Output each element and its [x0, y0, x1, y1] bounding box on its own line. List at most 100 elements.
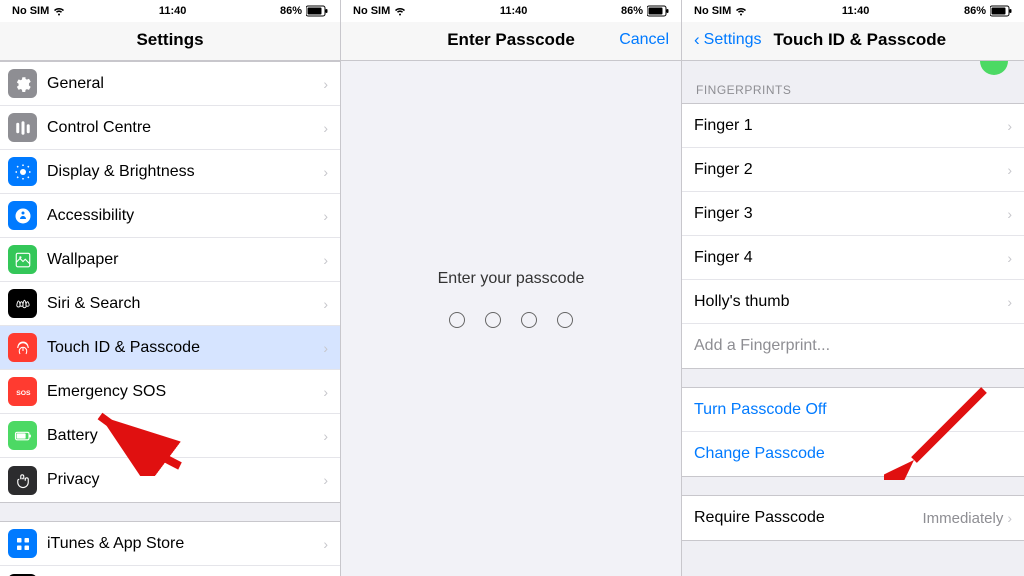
change-passcode-item[interactable]: Change Passcode — [682, 432, 1024, 476]
settings-item-touch-id[interactable]: Touch ID & Passcode › — [0, 326, 340, 370]
siri-wave-icon — [14, 295, 32, 313]
carrier-label: No SIM — [12, 5, 49, 17]
settings-item-emergency[interactable]: SOS Emergency SOS › — [0, 370, 340, 414]
display-chevron: › — [323, 164, 328, 180]
wallpaper-chevron: › — [323, 252, 328, 268]
battery-icon-wrapper — [8, 421, 37, 450]
passcode-status-bar: No SIM 11:40 86% — [341, 0, 681, 22]
brightness-icon — [14, 163, 32, 181]
cancel-button[interactable]: Cancel — [619, 31, 669, 49]
hand-icon — [14, 471, 32, 489]
require-passcode-item[interactable]: Require Passcode Immediately › — [682, 496, 1024, 540]
finger-3-item[interactable]: Finger 3 › — [682, 192, 1024, 236]
settings-item-battery[interactable]: Battery › — [0, 414, 340, 458]
p3-carrier: No SIM — [694, 5, 731, 17]
touch-id-panel: No SIM 11:40 86% ‹ Settings Touch ID & P… — [682, 0, 1024, 576]
privacy-chevron: › — [323, 472, 328, 488]
display-label: Display & Brightness — [47, 163, 323, 181]
green-circle-area — [682, 61, 1024, 69]
spacer — [0, 503, 340, 521]
p2-wifi-icon — [394, 6, 406, 16]
require-passcode-chevron: › — [1007, 510, 1012, 526]
battery-label: 86% — [280, 5, 302, 17]
finger-4-item[interactable]: Finger 4 › — [682, 236, 1024, 280]
battery-icon — [306, 5, 328, 17]
touch-id-label: Touch ID & Passcode — [47, 339, 323, 357]
control-centre-label: Control Centre — [47, 119, 323, 137]
touch-id-title: Touch ID & Passcode — [773, 30, 946, 50]
p3-battery: 86% — [964, 5, 1012, 17]
p3-battery-icon — [990, 5, 1012, 17]
siri-chevron: › — [323, 296, 328, 312]
itunes-icon-wrapper — [8, 529, 37, 558]
enter-passcode-panel: No SIM 11:40 86% Enter Passcode Cancel E… — [341, 0, 682, 576]
spacer-1 — [682, 369, 1024, 387]
fingerprints-group: Finger 1 › Finger 2 › Finger 3 › Finger … — [682, 103, 1024, 369]
itunes-label: iTunes & App Store — [47, 535, 323, 553]
fingerprints-header: FINGERPRINTS — [682, 69, 1024, 103]
sos-icon: SOS — [14, 383, 32, 401]
privacy-label: Privacy — [47, 471, 323, 489]
holly-thumb-chevron: › — [1007, 294, 1012, 310]
status-carrier: No SIM — [12, 5, 65, 17]
status-bar: No SIM 11:40 86% — [0, 0, 340, 22]
passcode-prompt: Enter your passcode — [438, 270, 585, 288]
touch-status-bar: No SIM 11:40 86% — [682, 0, 1024, 22]
passcode-dots — [449, 312, 573, 328]
finger-1-chevron: › — [1007, 118, 1012, 134]
person-circle-icon — [14, 207, 32, 225]
holly-thumb-item[interactable]: Holly's thumb › — [682, 280, 1024, 324]
back-label[interactable]: Settings — [704, 31, 762, 49]
holly-thumb-label: Holly's thumb — [694, 293, 1007, 311]
wifi-icon — [53, 6, 65, 16]
finger-2-chevron: › — [1007, 162, 1012, 178]
passcode-dot-4 — [557, 312, 573, 328]
finger-2-item[interactable]: Finger 2 › — [682, 148, 1024, 192]
settings-item-accessibility[interactable]: Accessibility › — [0, 194, 340, 238]
settings-item-general[interactable]: General › — [0, 62, 340, 106]
settings-title: Settings — [136, 30, 203, 49]
p2-battery-icon — [647, 5, 669, 17]
settings-item-siri[interactable]: Siri & Search › — [0, 282, 340, 326]
spacer-2 — [682, 477, 1024, 495]
turn-passcode-off-label: Turn Passcode Off — [694, 401, 1012, 419]
emergency-chevron: › — [323, 384, 328, 400]
itunes-chevron: › — [323, 536, 328, 552]
touch-id-header: ‹ Settings Touch ID & Passcode — [682, 22, 1024, 61]
p2-time: 11:40 — [500, 5, 528, 17]
turn-passcode-off-item[interactable]: Turn Passcode Off — [682, 388, 1024, 432]
add-fingerprint-label: Add a Fingerprint... — [694, 337, 1012, 355]
passcode-actions-group: Turn Passcode Off Change Passcode — [682, 387, 1024, 477]
add-fingerprint-item[interactable]: Add a Fingerprint... — [682, 324, 1024, 368]
settings-item-itunes[interactable]: iTunes & App Store › — [0, 522, 340, 566]
settings-group-main: General › Control Centre › Display & Bri… — [0, 61, 340, 503]
siri-icon — [8, 289, 37, 318]
settings-item-display[interactable]: Display & Brightness › — [0, 150, 340, 194]
general-icon — [8, 69, 37, 98]
passcode-body: Enter your passcode — [341, 61, 681, 576]
gear-icon — [14, 75, 32, 93]
passcode-header: Enter Passcode Cancel — [341, 22, 681, 61]
status-battery: 86% — [280, 5, 328, 17]
finger-1-item[interactable]: Finger 1 › — [682, 104, 1024, 148]
settings-group-secondary: iTunes & App Store › Wallet & Apple Pay … — [0, 521, 340, 576]
passcode-dot-1 — [449, 312, 465, 328]
back-chevron[interactable]: ‹ — [694, 30, 700, 50]
require-passcode-value: Immediately — [922, 510, 1003, 527]
control-centre-icon — [8, 113, 37, 142]
settings-item-wallpaper[interactable]: Wallpaper › — [0, 238, 340, 282]
accessibility-label: Accessibility — [47, 207, 323, 225]
p3-wifi-icon — [735, 6, 747, 16]
passcode-dot-3 — [521, 312, 537, 328]
settings-item-privacy[interactable]: Privacy › — [0, 458, 340, 502]
passcode-carrier: No SIM — [353, 5, 406, 17]
settings-panel: No SIM 11:40 86% Settings General › — [0, 0, 341, 576]
touch-id-icon-wrapper — [8, 333, 37, 362]
app-store-icon — [14, 535, 32, 553]
finger-4-chevron: › — [1007, 250, 1012, 266]
battery-label: Battery — [47, 427, 323, 445]
display-icon — [8, 157, 37, 186]
settings-item-control-centre[interactable]: Control Centre › — [0, 106, 340, 150]
p3-battery-label: 86% — [964, 5, 986, 17]
settings-item-wallet[interactable]: Wallet & Apple Pay › — [0, 566, 340, 576]
